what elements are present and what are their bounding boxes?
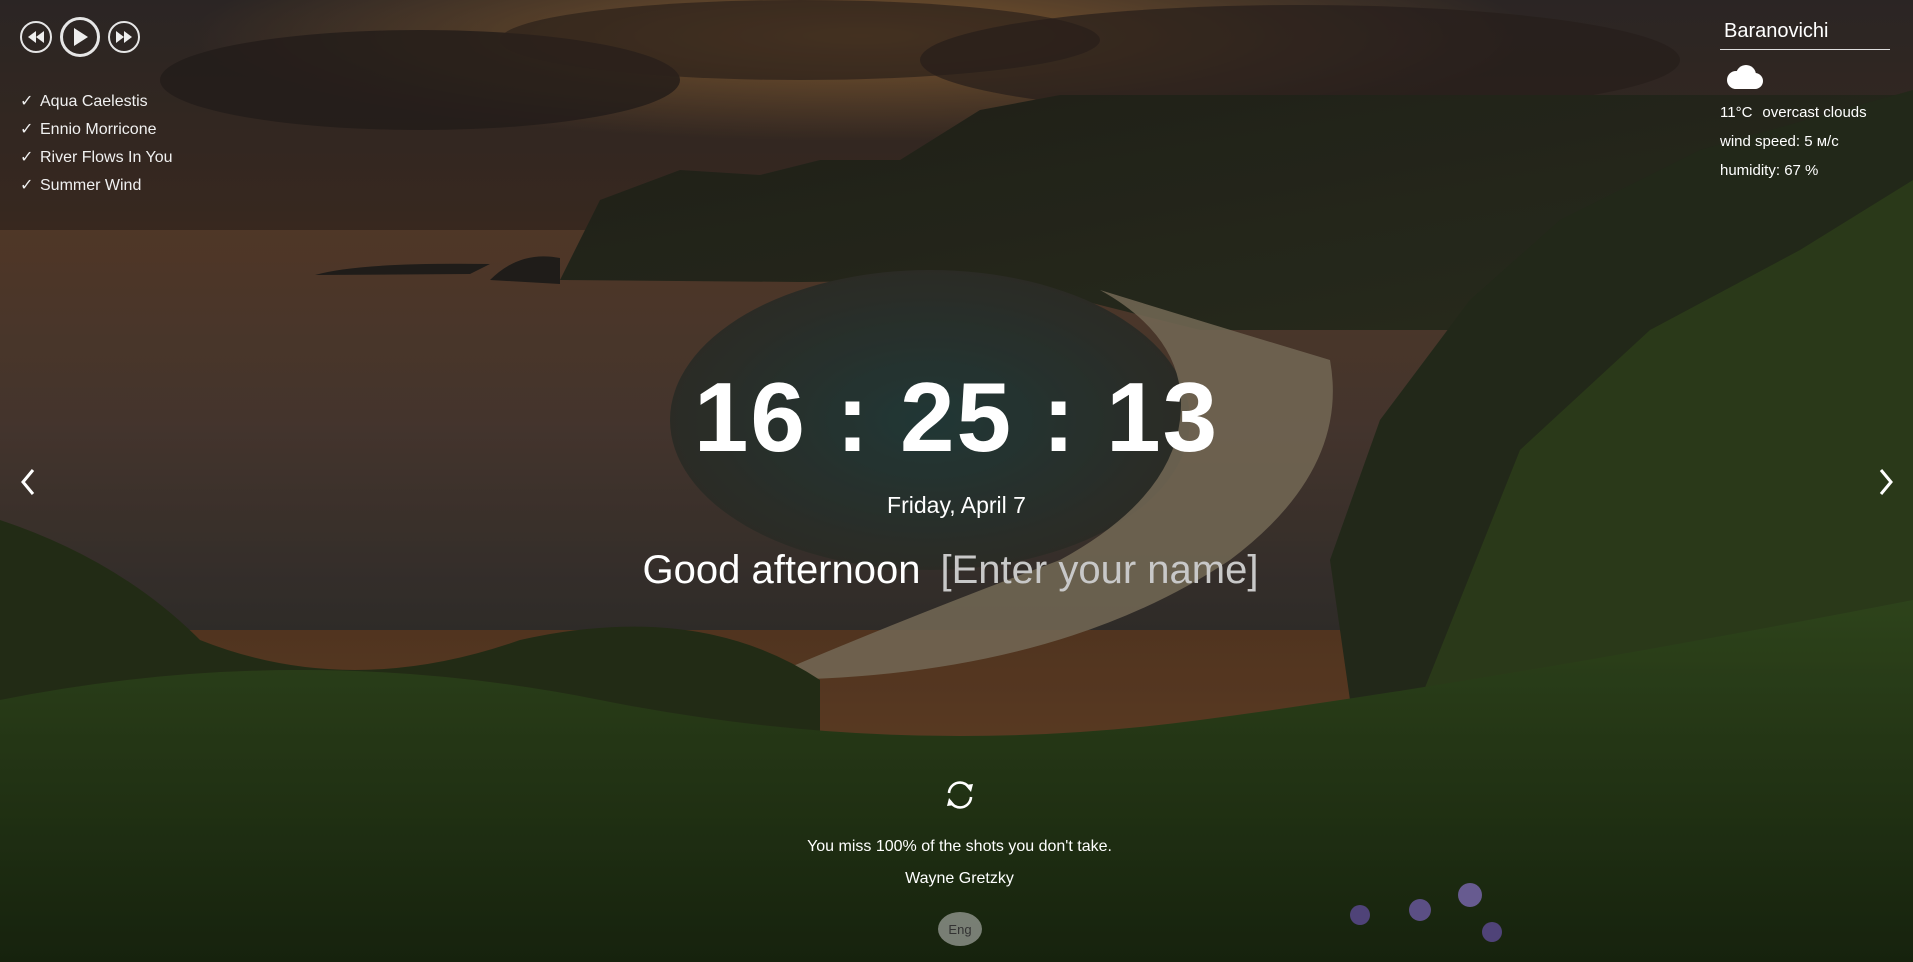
city-input[interactable]: [1720, 20, 1890, 50]
weather-main: 11°C overcast clouds: [1720, 98, 1890, 127]
quote-author: Wayne Gretzky: [905, 870, 1014, 887]
clock-time: 16 : 25 : 13: [693, 362, 1220, 472]
play-next-button[interactable]: [108, 21, 140, 53]
refresh-quote-button[interactable]: [940, 775, 980, 815]
check-icon: ✓: [20, 93, 34, 110]
weather-description: overcast clouds: [1762, 104, 1867, 121]
clock-date: Friday, April 7: [887, 492, 1026, 518]
refresh-icon: [947, 781, 973, 809]
playlist: ✓ Aqua Caelestis ✓ Ennio Morricone ✓ Riv…: [20, 88, 173, 200]
greeting-text: Good afternoon: [642, 548, 921, 592]
track-title: Aqua Caelestis: [40, 93, 148, 110]
check-icon: ✓: [20, 121, 34, 138]
playlist-item[interactable]: ✓ Aqua Caelestis: [20, 88, 173, 116]
greeting-container: Good afternoon: [0, 548, 1913, 593]
rewind-icon: [28, 31, 44, 43]
cloud-icon: [1727, 65, 1763, 89]
name-input[interactable]: [940, 548, 1271, 593]
track-title: River Flows In You: [40, 149, 173, 166]
play-button[interactable]: [60, 17, 100, 57]
track-title: Ennio Morricone: [40, 121, 157, 138]
check-icon: ✓: [20, 177, 34, 194]
temperature: 11°C: [1720, 104, 1753, 121]
wind-speed: wind speed: 5 м/с: [1720, 133, 1839, 150]
playlist-item[interactable]: ✓ Ennio Morricone: [20, 116, 173, 144]
background-image: [0, 0, 1913, 962]
play-prev-button[interactable]: [20, 21, 52, 53]
playlist-item[interactable]: ✓ Summer Wind: [20, 172, 173, 200]
humidity: humidity: 67 %: [1720, 162, 1819, 179]
playlist-item[interactable]: ✓ River Flows In You: [20, 144, 173, 172]
check-icon: ✓: [20, 149, 34, 166]
fast-forward-icon: [116, 31, 132, 43]
quote-text: You miss 100% of the shots you don't tak…: [807, 838, 1112, 855]
play-icon: [74, 28, 88, 46]
track-title: Summer Wind: [40, 177, 142, 194]
language-toggle-button[interactable]: Eng: [938, 912, 982, 946]
weather-icon-wrap: [1722, 64, 1890, 98]
weather-widget: 11°C overcast clouds wind speed: 5 м/с hu…: [1720, 20, 1890, 185]
audio-player: [20, 17, 140, 57]
